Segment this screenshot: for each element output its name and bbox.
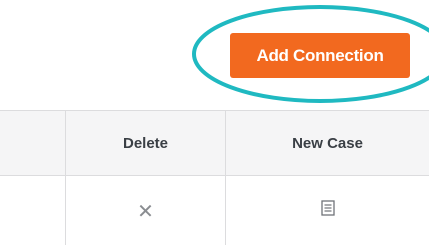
document-icon[interactable]: [320, 200, 335, 221]
row-blank-cell: [0, 176, 65, 245]
close-icon[interactable]: ✕: [137, 201, 154, 221]
table-header-row: Delete New Case: [0, 110, 429, 176]
page: Add Connection Delete New Case ✕: [0, 0, 429, 245]
delete-cell: ✕: [65, 176, 225, 245]
table-row: ✕: [0, 176, 429, 245]
new-case-cell: [225, 176, 429, 245]
column-header-new-case: New Case: [225, 111, 429, 175]
column-header-delete: Delete: [65, 111, 225, 175]
column-header-blank: [0, 111, 65, 175]
add-connection-button[interactable]: Add Connection: [230, 33, 410, 78]
connections-table: Delete New Case ✕: [0, 110, 429, 245]
